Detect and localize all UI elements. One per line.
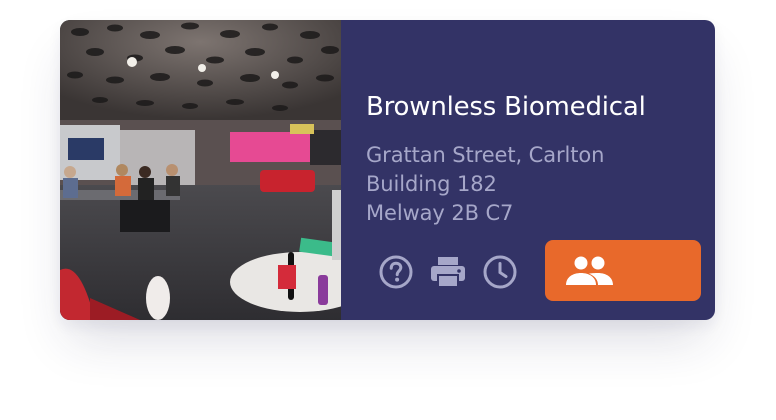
location-title: Brownless Biomedical bbox=[366, 92, 646, 122]
location-card: Brownless Biomedical Grattan Street, Car… bbox=[60, 20, 715, 320]
clock-icon bbox=[483, 255, 517, 289]
hours-button[interactable] bbox=[481, 253, 519, 291]
print-button[interactable] bbox=[429, 253, 467, 291]
address-street: Grattan Street, Carlton bbox=[366, 143, 605, 167]
group-space-button[interactable] bbox=[545, 240, 701, 301]
location-info-panel: Brownless Biomedical Grattan Street, Car… bbox=[341, 20, 715, 320]
address-melway: Melway 2B C7 bbox=[366, 201, 514, 225]
people-icon bbox=[566, 256, 613, 285]
library-photo bbox=[60, 20, 341, 320]
help-circle-icon bbox=[379, 255, 413, 289]
address-building: Building 182 bbox=[366, 172, 497, 196]
library-photo-image bbox=[60, 20, 341, 320]
print-icon bbox=[431, 257, 465, 288]
help-button[interactable] bbox=[377, 253, 415, 291]
